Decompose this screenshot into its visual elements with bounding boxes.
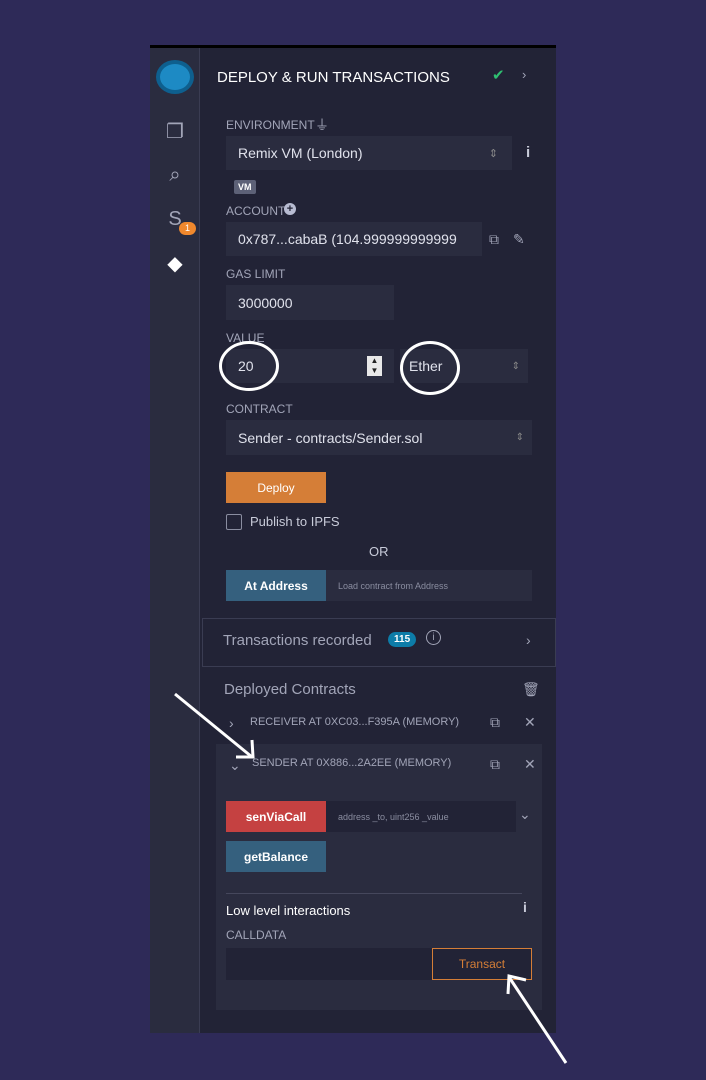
arrow-to-sender (174, 692, 255, 759)
annotation-arrows (174, 692, 568, 1064)
arrow-to-transact (506, 974, 568, 1064)
